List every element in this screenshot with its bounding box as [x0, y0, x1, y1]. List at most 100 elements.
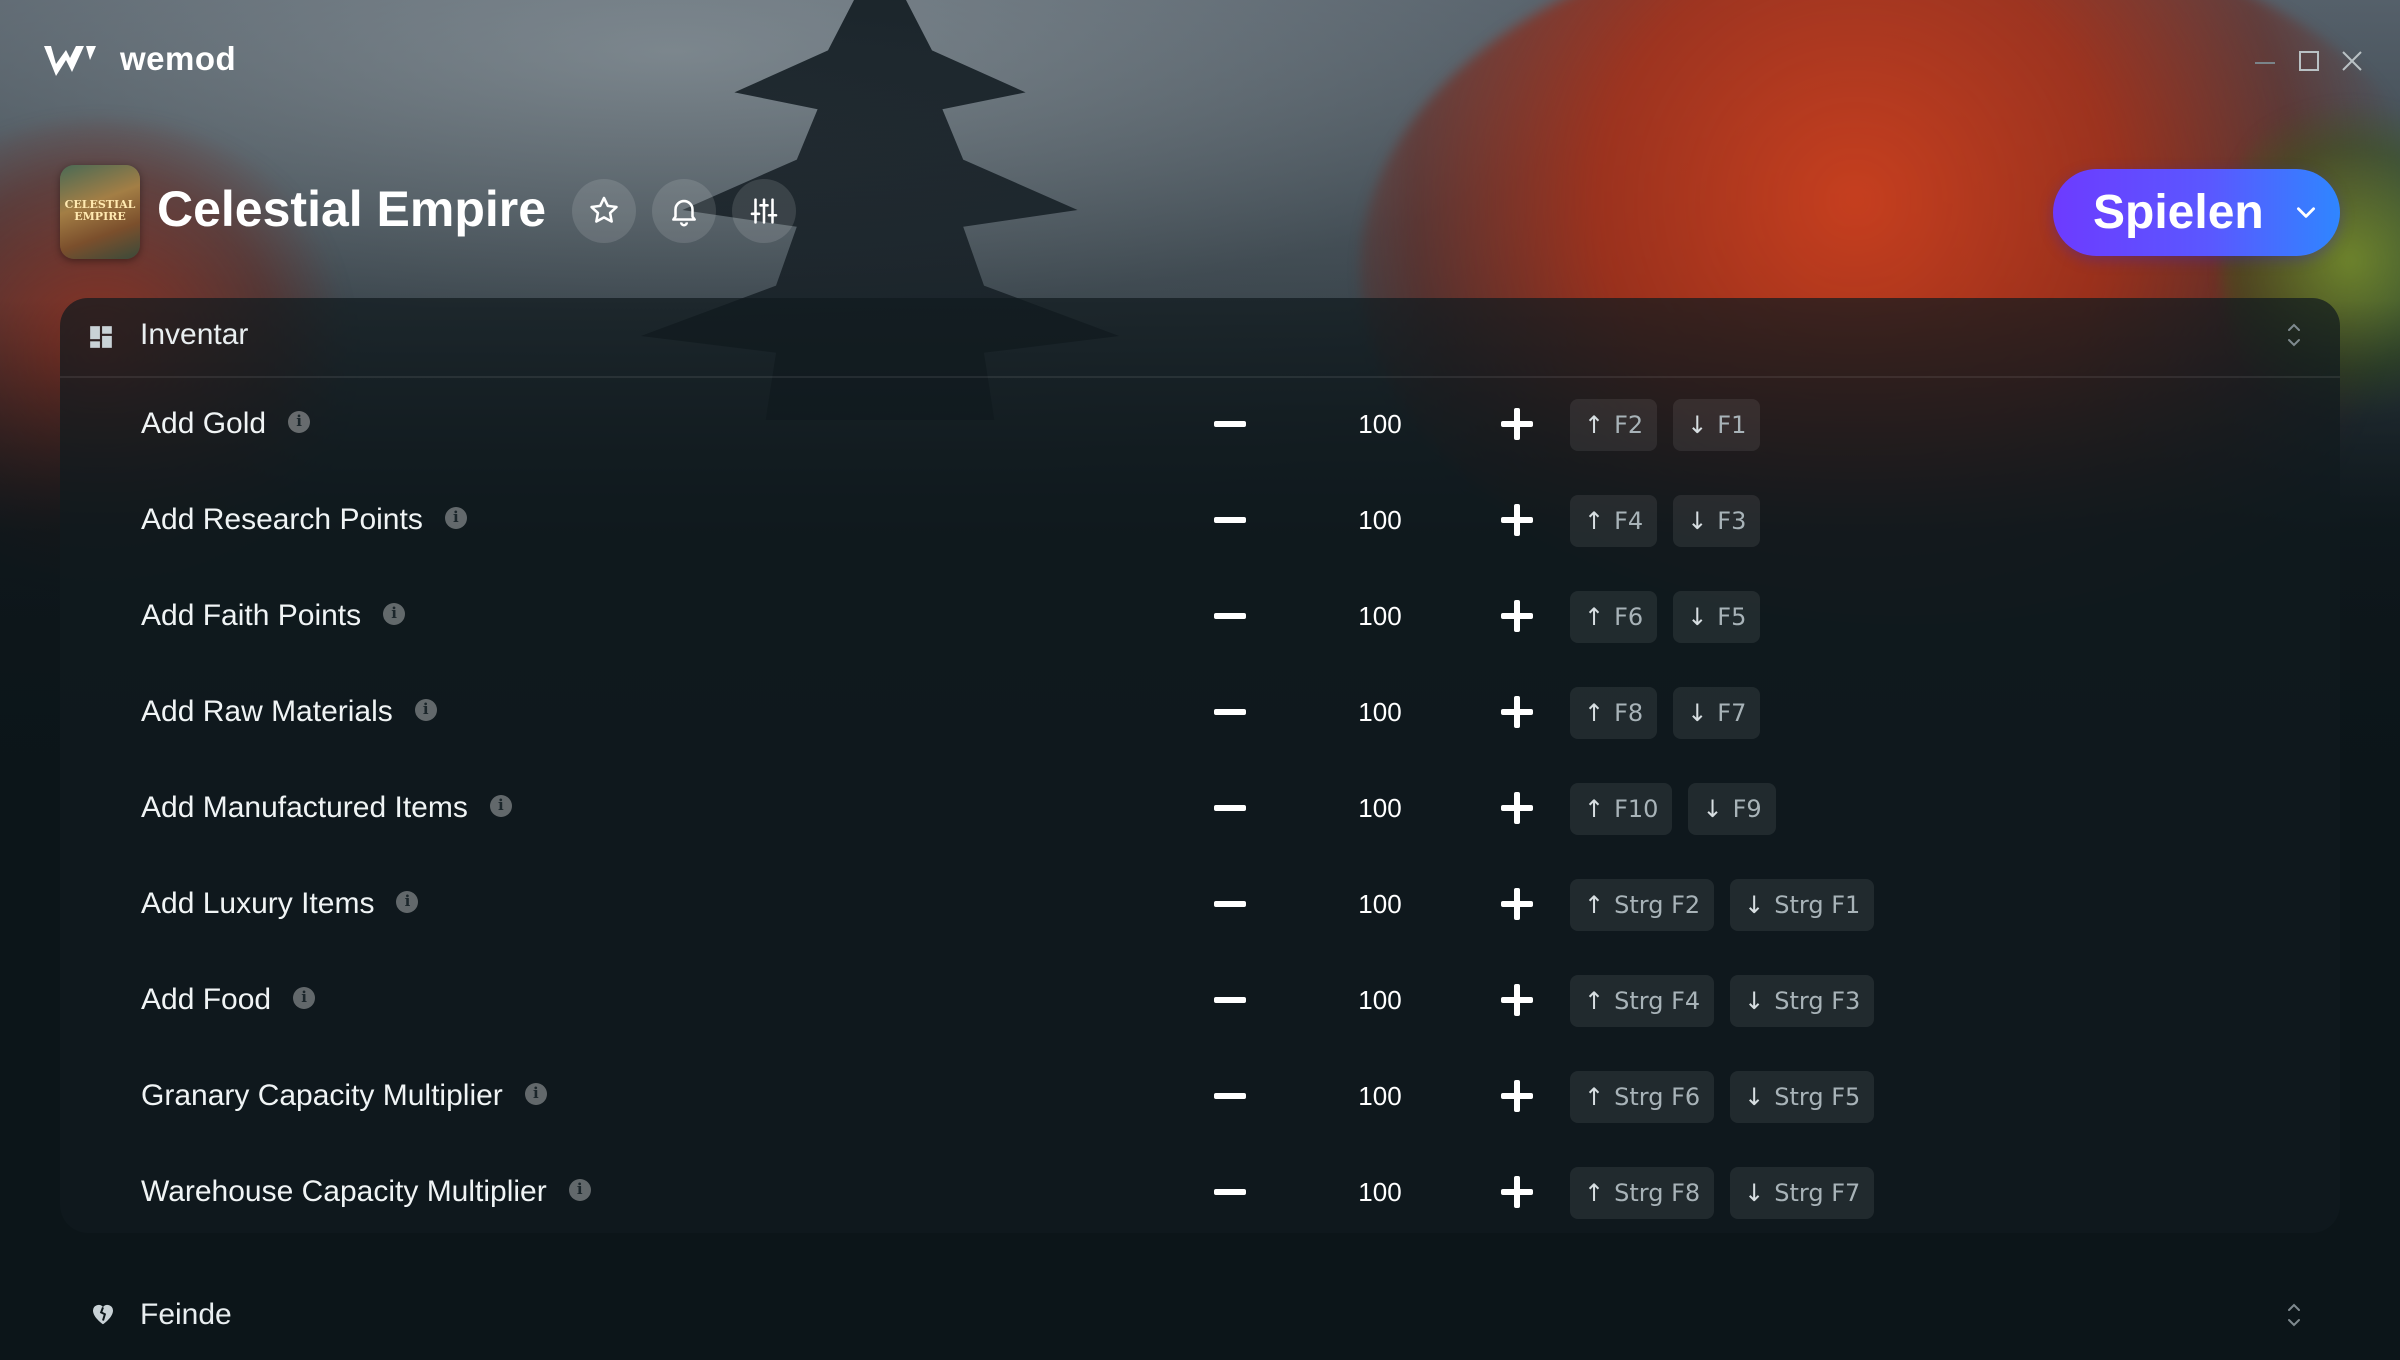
decrease-button[interactable]	[1207, 785, 1253, 831]
cheat-name: Add Gold	[141, 407, 267, 440]
decrease-button[interactable]	[1207, 881, 1253, 927]
cheat-value[interactable]: 100	[1332, 697, 1428, 728]
cheat-value[interactable]: 100	[1332, 1081, 1428, 1112]
increase-button[interactable]	[1494, 1169, 1540, 1215]
title-bar: wemod	[0, 0, 2400, 120]
cheat-name-wrap: Add Luxury Items	[141, 887, 419, 921]
close-button[interactable]	[2335, 44, 2369, 78]
collapse-icon[interactable]	[2284, 320, 2304, 350]
hotkey-label: Strg F3	[1774, 987, 1861, 1015]
decrease-button[interactable]	[1207, 593, 1253, 639]
collapse-icon[interactable]	[2284, 1300, 2304, 1330]
decrease-hotkey[interactable]: ↓ F3	[1673, 495, 1761, 547]
hotkey-label: F8	[1614, 699, 1644, 727]
cheat-value[interactable]: 100	[1332, 505, 1428, 536]
increase-button[interactable]	[1494, 881, 1540, 927]
cheat-value[interactable]: 100	[1332, 409, 1428, 440]
minus-icon	[1214, 997, 1246, 1003]
cheat-name-wrap: Granary Capacity Multiplier	[141, 1079, 547, 1113]
cheat-value[interactable]: 100	[1332, 985, 1428, 1016]
hotkey-label: F4	[1614, 507, 1644, 535]
increase-hotkey[interactable]: ↑ Strg F6	[1570, 1071, 1715, 1123]
decrease-hotkey[interactable]: ↓ F9	[1688, 783, 1776, 835]
hotkey-label: F2	[1614, 411, 1644, 439]
cheat-value[interactable]: 100	[1332, 889, 1428, 920]
info-icon[interactable]	[288, 411, 311, 433]
info-icon[interactable]	[383, 603, 406, 625]
increase-hotkey[interactable]: ↑ F2	[1570, 399, 1658, 451]
decrease-button[interactable]	[1207, 497, 1253, 543]
notifications-button[interactable]	[652, 179, 716, 243]
decrease-button[interactable]	[1207, 977, 1253, 1023]
increase-button[interactable]	[1494, 593, 1540, 639]
section-title: Feinde	[140, 1298, 232, 1331]
arrow-up-icon: ↑	[1584, 891, 1605, 919]
info-icon[interactable]	[568, 1179, 591, 1201]
cheat-value[interactable]: 100	[1332, 601, 1428, 632]
section-title: Inventar	[140, 318, 249, 351]
chevron-down-icon[interactable]	[2293, 199, 2319, 225]
info-icon[interactable]	[524, 1083, 547, 1105]
info-icon[interactable]	[396, 891, 419, 913]
decrease-hotkey[interactable]: ↓ F1	[1673, 399, 1761, 451]
cheat-value[interactable]: 100	[1332, 793, 1428, 824]
increase-hotkey[interactable]: ↑ Strg F4	[1570, 975, 1715, 1027]
arrow-down-icon: ↓	[1744, 1083, 1765, 1111]
hotkey-label: Strg F7	[1774, 1179, 1861, 1207]
minus-icon	[1214, 805, 1246, 811]
decrease-hotkey[interactable]: ↓ F5	[1673, 591, 1761, 643]
favorite-button[interactable]	[572, 179, 636, 243]
increase-button[interactable]	[1494, 1073, 1540, 1119]
increase-button[interactable]	[1494, 497, 1540, 543]
arrow-down-icon: ↓	[1687, 699, 1708, 727]
cheat-name: Add Faith Points	[141, 599, 362, 632]
arrow-up-icon: ↑	[1584, 1179, 1605, 1207]
info-icon[interactable]	[444, 507, 467, 529]
cheat-name-wrap: Add Gold	[141, 407, 311, 441]
decrease-hotkey[interactable]: ↓ Strg F1	[1730, 879, 1875, 931]
arrow-up-icon: ↑	[1584, 699, 1605, 727]
minimize-button[interactable]	[2248, 44, 2282, 78]
decrease-button[interactable]	[1207, 689, 1253, 735]
info-icon[interactable]	[293, 987, 316, 1009]
increase-button[interactable]	[1494, 785, 1540, 831]
arrow-down-icon: ↓	[1744, 987, 1765, 1015]
cheat-name: Add Food	[141, 983, 272, 1016]
hotkey-label: F6	[1614, 603, 1644, 631]
info-icon[interactable]	[489, 795, 512, 817]
arrow-up-icon: ↑	[1584, 987, 1605, 1015]
settings-button[interactable]	[732, 179, 796, 243]
cheat-name-wrap: Add Faith Points	[141, 599, 406, 633]
cheat-row: Add Research Points 100 ↑ F4 ↓ F3	[60, 473, 2340, 569]
hotkeys: ↑ Strg F6 ↓ Strg F5	[1570, 1071, 1875, 1123]
arrow-up-icon: ↑	[1584, 507, 1605, 535]
increase-hotkey[interactable]: ↑ F4	[1570, 495, 1658, 547]
brand-name: wemod	[120, 40, 237, 77]
info-icon[interactable]	[414, 699, 437, 721]
bell-icon	[672, 199, 696, 227]
increase-button[interactable]	[1494, 689, 1540, 735]
section-header-inventory[interactable]: Inventar	[60, 298, 2340, 378]
increase-button[interactable]	[1494, 977, 1540, 1023]
increase-hotkey[interactable]: ↑ F6	[1570, 591, 1658, 643]
cheat-value[interactable]: 100	[1332, 1177, 1428, 1208]
increase-button[interactable]	[1494, 401, 1540, 447]
increase-hotkey[interactable]: ↑ F8	[1570, 687, 1658, 739]
decrease-hotkey[interactable]: ↓ Strg F7	[1730, 1167, 1875, 1219]
cheat-name: Add Raw Materials	[141, 695, 393, 728]
decrease-button[interactable]	[1207, 1169, 1253, 1215]
play-button[interactable]: Spielen	[2053, 169, 2340, 256]
cheat-row: Add Manufactured Items 100 ↑ F10 ↓ F9	[60, 761, 2340, 857]
decrease-button[interactable]	[1207, 401, 1253, 447]
decrease-button[interactable]	[1207, 1073, 1253, 1119]
enemies-section-header[interactable]: Feinde	[60, 1268, 2340, 1360]
maximize-button[interactable]	[2292, 44, 2326, 78]
increase-hotkey[interactable]: ↑ Strg F2	[1570, 879, 1715, 931]
decrease-hotkey[interactable]: ↓ F7	[1673, 687, 1761, 739]
decrease-hotkey[interactable]: ↓ Strg F5	[1730, 1071, 1875, 1123]
sliders-icon	[750, 198, 778, 224]
hotkeys: ↑ Strg F4 ↓ Strg F3	[1570, 975, 1875, 1027]
increase-hotkey[interactable]: ↑ F10	[1570, 783, 1673, 835]
decrease-hotkey[interactable]: ↓ Strg F3	[1730, 975, 1875, 1027]
increase-hotkey[interactable]: ↑ Strg F8	[1570, 1167, 1715, 1219]
